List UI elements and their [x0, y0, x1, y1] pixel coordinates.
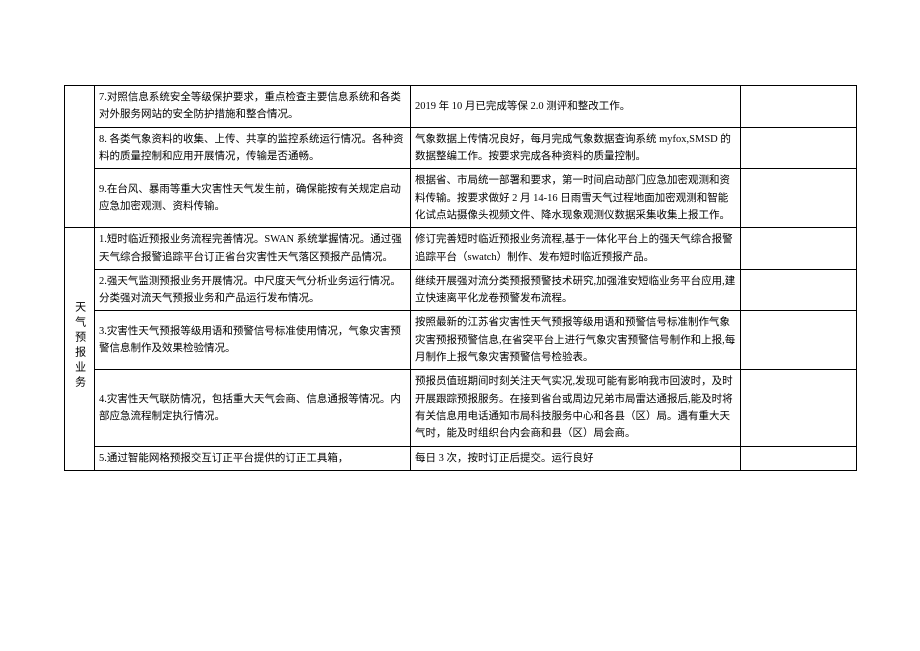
item-cell: 8. 各类气象资料的收集、上传、共享的监控系统运行情况。各种资料的质量控制和应用…	[95, 127, 411, 169]
table-row: 8. 各类气象资料的收集、上传、共享的监控系统运行情况。各种资料的质量控制和应用…	[65, 127, 857, 169]
table-row: 5.通过智能网格预报交互订正平台提供的订正工具箱， 每日 3 次，按时订正后提交…	[65, 446, 857, 470]
extra-cell	[741, 228, 857, 270]
note-cell: 每日 3 次，按时订正后提交。运行良好	[411, 446, 741, 470]
table-row: 2.强天气监测预报业务开展情况。中尺度天气分析业务运行情况。分类强对流天气预报业…	[65, 269, 857, 311]
item-cell: 3.灾害性天气预报等级用语和预警信号标准使用情况，气象灾害预警信息制作及效果检验…	[95, 311, 411, 370]
item-cell: 4.灾害性天气联防情况，包括重大天气会商、信息通报等情况。内部应急流程制定执行情…	[95, 370, 411, 446]
table-row: 天气预报业务 1.短时临近预报业务流程完善情况。SWAN 系统掌握情况。通过强天…	[65, 228, 857, 270]
extra-cell	[741, 86, 857, 128]
table-row: 9.在台风、暴雨等重大灾害性天气发生前，确保能按有关规定启动应急加密观测、资料传…	[65, 169, 857, 228]
category-label: 天气预报业务	[70, 301, 88, 391]
note-cell: 气象数据上传情况良好，每月完成气象数据查询系统 myfox,SMSD 的数据整编…	[411, 127, 741, 169]
extra-cell	[741, 370, 857, 446]
note-cell: 按照最新的江苏省灾害性天气预报等级用语和预警信号标准制作气象灾害预报预警信息,在…	[411, 311, 741, 370]
extra-cell	[741, 127, 857, 169]
table-row: 3.灾害性天气预报等级用语和预警信号标准使用情况，气象灾害预警信息制作及效果检验…	[65, 311, 857, 370]
item-cell: 9.在台风、暴雨等重大灾害性天气发生前，确保能按有关规定启动应急加密观测、资料传…	[95, 169, 411, 228]
table-container: 7.对照信息系统安全等级保护要求，重点检查主要信息系统和各类对外服务网站的安全防…	[64, 85, 856, 471]
extra-cell	[741, 446, 857, 470]
note-cell: 修订完善短时临近预报业务流程,基于一体化平台上的强天气综合报警追踪平台（swat…	[411, 228, 741, 270]
note-cell: 预报员值班期间时刻关注天气实况,发现可能有影响我市回波时，及时开展跟踪预报服务。…	[411, 370, 741, 446]
note-cell: 根据省、市局统一部署和要求，第一时间启动部门应急加密观测和资料传输。按要求做好 …	[411, 169, 741, 228]
extra-cell	[741, 169, 857, 228]
note-cell: 继续开展强对流分类预报预警技术研究,加强淮安短临业务平台应用,建立快速离平化龙卷…	[411, 269, 741, 311]
item-cell: 1.短时临近预报业务流程完善情况。SWAN 系统掌握情况。通过强天气综合报警追踪…	[95, 228, 411, 270]
table-row: 7.对照信息系统安全等级保护要求，重点检查主要信息系统和各类对外服务网站的安全防…	[65, 86, 857, 128]
item-cell: 5.通过智能网格预报交互订正平台提供的订正工具箱，	[95, 446, 411, 470]
note-cell: 2019 年 10 月已完成等保 2.0 测评和整改工作。	[411, 86, 741, 128]
category-cell-empty	[65, 86, 95, 228]
main-table: 7.对照信息系统安全等级保护要求，重点检查主要信息系统和各类对外服务网站的安全防…	[64, 85, 857, 471]
extra-cell	[741, 269, 857, 311]
item-cell: 2.强天气监测预报业务开展情况。中尺度天气分析业务运行情况。分类强对流天气预报业…	[95, 269, 411, 311]
item-cell: 7.对照信息系统安全等级保护要求，重点检查主要信息系统和各类对外服务网站的安全防…	[95, 86, 411, 128]
extra-cell	[741, 311, 857, 370]
table-row: 4.灾害性天气联防情况，包括重大天气会商、信息通报等情况。内部应急流程制定执行情…	[65, 370, 857, 446]
category-cell: 天气预报业务	[65, 228, 95, 471]
